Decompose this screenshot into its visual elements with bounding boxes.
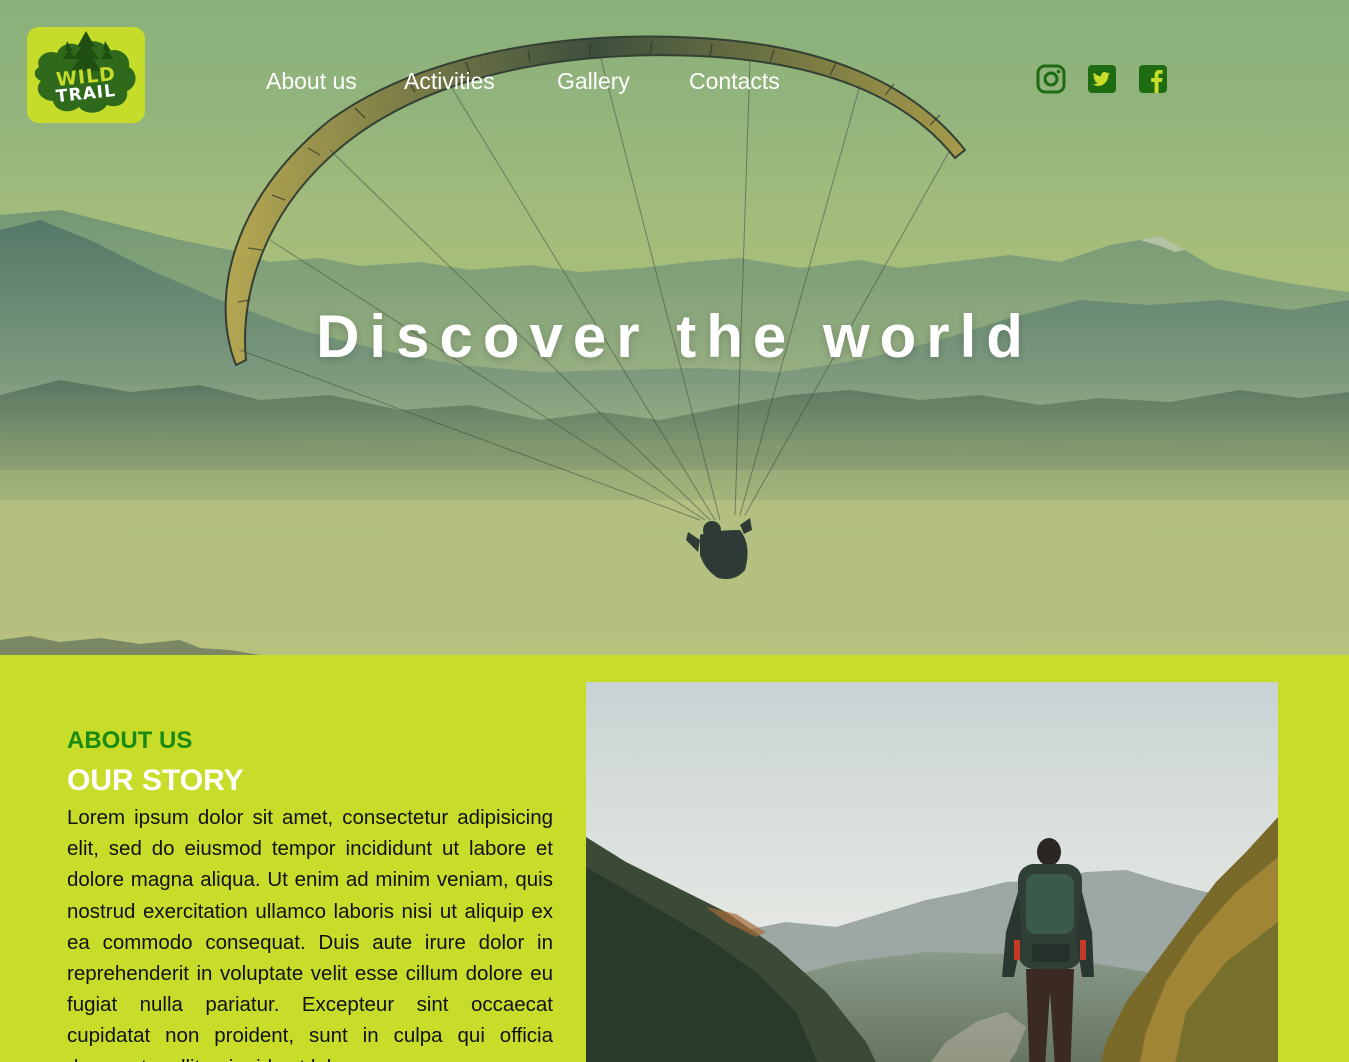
nav-link-gallery[interactable]: Gallery: [557, 64, 630, 98]
hiker-photo: [586, 682, 1278, 1062]
facebook-icon[interactable]: [1138, 64, 1168, 94]
about-body-text: Lorem ipsum dolor sit amet, consectetur …: [67, 806, 553, 1062]
site-logo[interactable]: WILD TRAIL: [27, 27, 145, 123]
about-section: ABOUT US OUR STORY Lorem ipsum dolor sit…: [0, 655, 1349, 1062]
instagram-icon[interactable]: [1036, 64, 1066, 94]
section-label: ABOUT US: [67, 727, 193, 754]
section-heading: OUR STORY: [67, 764, 244, 797]
hero-section: WILD TRAIL About us Activities Gallery C…: [0, 0, 1349, 655]
nav-link-about-us[interactable]: About us: [266, 64, 357, 98]
hero-title: Discover the world: [316, 303, 1033, 370]
nav-link-contacts[interactable]: Contacts: [689, 64, 780, 98]
nav-link-activities[interactable]: Activities: [404, 64, 495, 98]
twitter-icon[interactable]: [1087, 64, 1117, 94]
